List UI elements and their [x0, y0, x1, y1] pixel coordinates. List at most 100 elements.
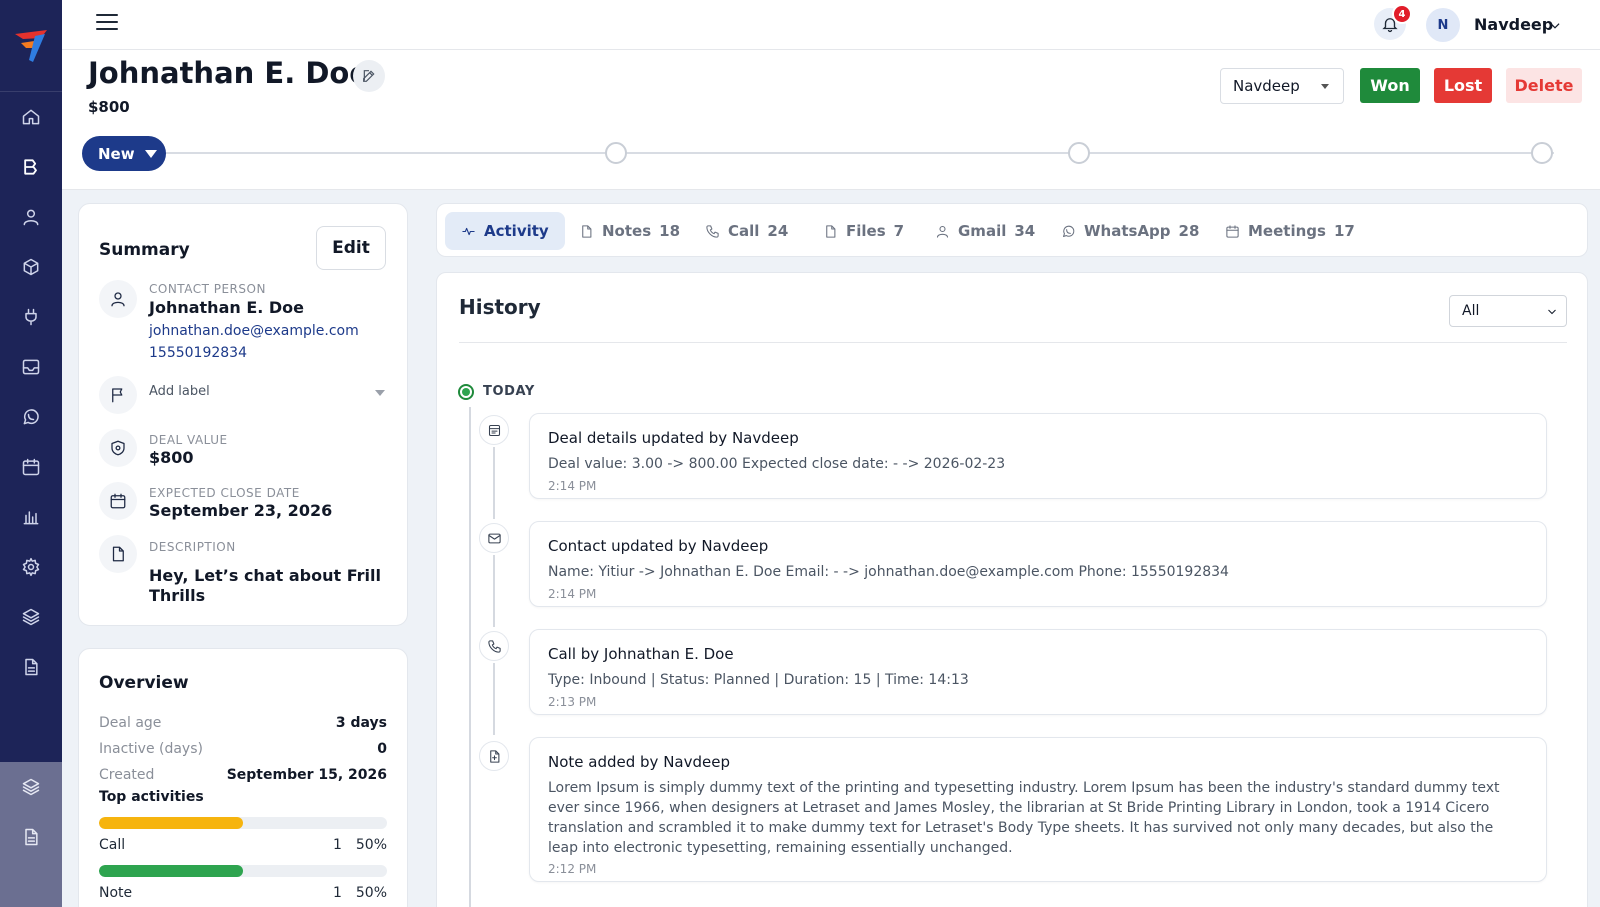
summary-title: Summary — [99, 240, 190, 260]
sidebar-item-settings[interactable] — [0, 542, 62, 592]
overview-value: September 15, 2026 — [226, 767, 387, 783]
contact-email-link[interactable]: johnathan.doe@example.com — [149, 323, 359, 339]
caret-down-icon — [144, 149, 157, 158]
entry-body: Lorem Ipsum is simply dummy text of the … — [548, 780, 1500, 856]
lost-button[interactable]: Lost — [1434, 68, 1492, 103]
sidebar-item-documents-secondary[interactable] — [0, 812, 62, 862]
top-activities-label: Top activities — [99, 789, 204, 805]
overview-card: Overview Deal age 3 days Inactive (days)… — [78, 648, 408, 907]
person-icon — [99, 280, 137, 318]
entry-body: Name: Yitiur -> Johnathan E. Doe Email: … — [548, 564, 1229, 580]
delete-button[interactable]: Delete — [1506, 68, 1582, 103]
add-label-dropdown[interactable]: Add label — [149, 384, 210, 399]
sidebar-item-contacts[interactable] — [0, 192, 62, 242]
sidebar-item-layers[interactable] — [0, 592, 62, 642]
timeline-line — [469, 407, 471, 907]
sidebar-item-documents[interactable] — [0, 642, 62, 692]
history-entry: Deal details updated by Navdeep Deal val… — [529, 413, 1547, 499]
sidebar-item-reports[interactable] — [0, 492, 62, 542]
note-icon — [582, 224, 592, 238]
overview-key: Created — [99, 767, 155, 783]
page-title: Johnathan E. Doe — [88, 56, 369, 90]
owner-select[interactable]: Navdeep — [1220, 68, 1344, 104]
caret-down-icon[interactable] — [375, 390, 385, 396]
user-name[interactable]: Navdeep — [1474, 15, 1553, 34]
pipeline-stage-2[interactable] — [605, 142, 627, 164]
tab-notes[interactable]: Notes 18 — [563, 212, 696, 250]
sidebar-nav — [0, 92, 62, 692]
entry-body: Type: Inbound | Status: Planned | Durati… — [548, 672, 969, 688]
activity-tabs: Activity Notes 18 Call 24 Files 7 Gmail 34 W… — [436, 203, 1588, 257]
activity-icon — [462, 227, 475, 235]
overview-key: Deal age — [99, 715, 162, 731]
chevron-down-icon[interactable] — [1548, 18, 1562, 32]
description-value: Hey, Let’s chat about Frill Thrills — [149, 566, 381, 605]
history-entry: Note added by Navdeep Lorem Ipsum is sim… — [529, 737, 1547, 882]
whatsapp-icon — [1062, 225, 1075, 237]
sidebar-item-deals[interactable] — [0, 142, 62, 192]
timeline-connector — [493, 555, 495, 627]
sidebar-item-home[interactable] — [0, 92, 62, 142]
gear-icon — [22, 557, 40, 577]
tab-call[interactable]: Call 24 — [689, 212, 804, 250]
whatsapp-icon — [23, 409, 39, 425]
entry-time: 2:13 PM — [548, 695, 597, 709]
history-title: History — [459, 295, 541, 319]
owner-select-value: Navdeep — [1233, 77, 1300, 95]
activity-row-note: Note 1 50% — [99, 885, 387, 901]
description-label: DESCRIPTION — [149, 540, 236, 554]
edit-title-button[interactable] — [353, 60, 385, 92]
contact-phone-link[interactable]: 15550192834 — [149, 345, 247, 361]
summary-edit-button[interactable]: Edit — [316, 226, 386, 270]
overview-row-inactive: Inactive (days) 0 — [99, 741, 387, 757]
mail-icon — [479, 523, 509, 553]
sidebar-item-inbox[interactable] — [0, 342, 62, 392]
pipeline-stage-4[interactable] — [1531, 142, 1553, 164]
contact-person-label: CONTACT PERSON — [149, 282, 266, 296]
overview-key: Inactive (days) — [99, 741, 203, 757]
activity-bar-fill — [99, 865, 243, 877]
sidebar-item-whatsapp[interactable] — [0, 392, 62, 442]
tab-gmail[interactable]: Gmail 34 — [919, 212, 1051, 250]
tab-whatsapp[interactable]: WhatsApp 28 — [1045, 212, 1215, 250]
edit-icon — [363, 70, 375, 82]
stage-selector[interactable]: New — [82, 136, 166, 171]
entry-title: Call by Johnathan E. Doe — [548, 645, 734, 663]
sidebar-item-layers-secondary[interactable] — [0, 762, 62, 812]
sidebar-item-products[interactable] — [0, 242, 62, 292]
tab-label: WhatsApp — [1084, 222, 1171, 240]
menu-toggle-icon[interactable] — [96, 14, 118, 34]
box-icon — [23, 258, 39, 276]
note-add-icon — [479, 741, 509, 771]
tab-label: Notes — [602, 222, 652, 240]
overview-row-deal-age: Deal age 3 days — [99, 715, 387, 731]
history-filter-select[interactable]: All — [1449, 295, 1567, 327]
contact-name: Johnathan E. Doe — [149, 298, 305, 317]
sidebar-item-calendar[interactable] — [0, 442, 62, 492]
today-marker-icon — [458, 384, 474, 400]
phone-icon — [706, 224, 719, 238]
logo-icon — [15, 29, 47, 62]
layers-icon — [22, 778, 40, 796]
app-logo[interactable] — [0, 0, 62, 92]
activity-count: 1 — [332, 885, 342, 901]
sidebar-bottom — [0, 762, 62, 907]
document-icon — [25, 828, 38, 846]
won-button[interactable]: Won — [1360, 68, 1420, 103]
entry-title: Note added by Navdeep — [548, 753, 730, 771]
tab-label: Call — [728, 222, 760, 240]
flag-icon — [99, 376, 137, 414]
user-avatar[interactable]: N — [1426, 8, 1460, 42]
deals-icon — [24, 159, 37, 175]
pipeline-stage-3[interactable] — [1068, 142, 1090, 164]
activity-name: Note — [99, 885, 133, 901]
tab-meetings[interactable]: Meetings 17 — [1209, 212, 1371, 250]
tab-files[interactable]: Files 7 — [807, 212, 920, 250]
tab-activity[interactable]: Activity — [445, 212, 565, 250]
sidebar-item-integrations[interactable] — [0, 292, 62, 342]
overview-row-created: Created September 15, 2026 — [99, 767, 387, 783]
overview-value: 3 days — [335, 715, 387, 731]
overview-value: 0 — [377, 741, 387, 757]
tab-count: 24 — [767, 222, 789, 240]
home-icon — [22, 109, 40, 125]
